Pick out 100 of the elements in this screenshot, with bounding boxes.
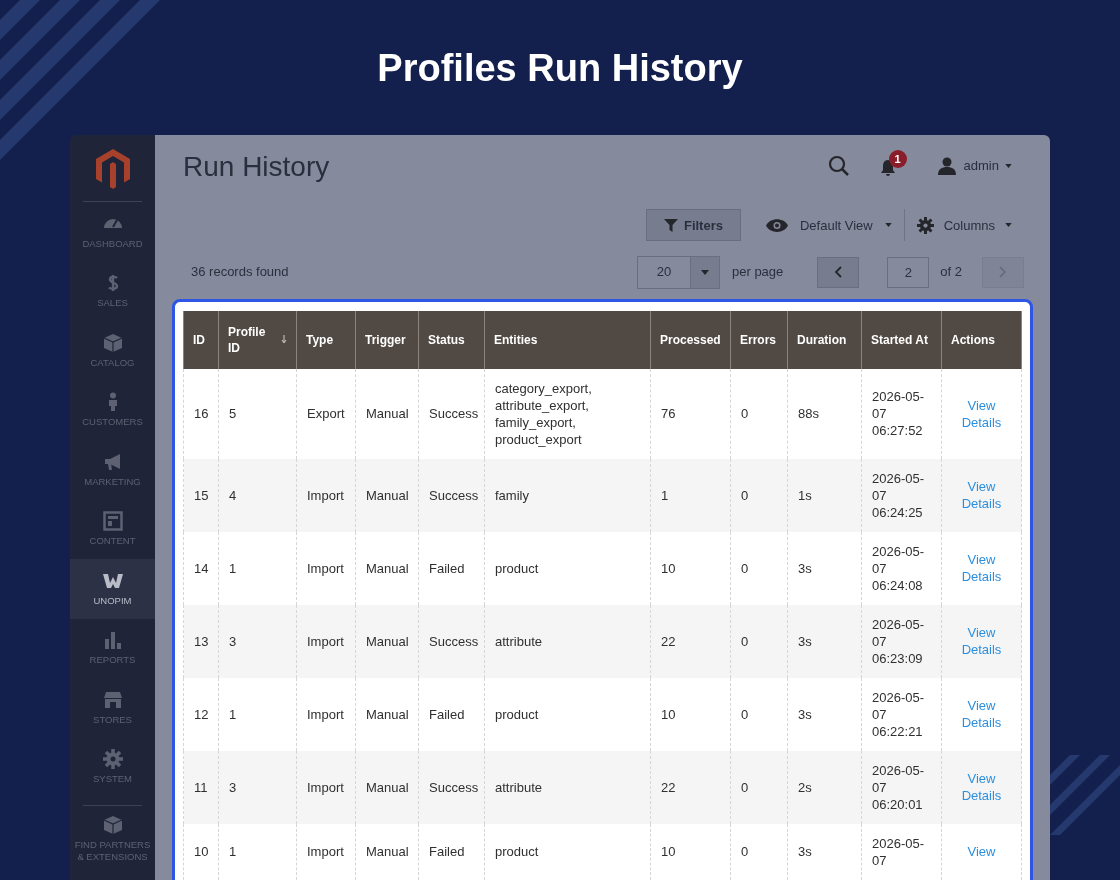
table-cell: 0 (741, 406, 749, 422)
records-count: 36 records found (191, 263, 290, 282)
view-details-link[interactable]: View Details (952, 770, 1011, 805)
table-cell: 88s (798, 406, 819, 422)
column-header[interactable]: Trigger (355, 310, 419, 369)
bell-icon[interactable] (879, 159, 896, 177)
table-cell: 3 (229, 633, 237, 649)
column-header[interactable]: Errors (730, 310, 788, 369)
table-cell: 22 (661, 633, 676, 649)
table-cell: 76 (661, 406, 676, 422)
table-cell: Failed (429, 844, 465, 860)
column-header[interactable]: Profile ID (218, 310, 297, 369)
table-cell: 3 (229, 779, 237, 795)
view-details-link[interactable]: View Details (952, 551, 1011, 586)
column-header[interactable]: Started At (861, 310, 942, 369)
caret-icon (1005, 163, 1012, 168)
table-cell: 2026-05-07 06:27:52 (872, 389, 925, 439)
view-details-link[interactable]: View Details (952, 478, 1011, 513)
storefront-icon (102, 689, 123, 710)
sidebar-item[interactable]: UNOPIM (70, 559, 155, 619)
table-cell: attribute (495, 779, 542, 795)
page-total: of 2 (940, 263, 962, 282)
eye-icon (765, 218, 788, 232)
table-cell: 13 (194, 633, 209, 649)
table-cell: 3s (798, 706, 812, 722)
logo-icon (95, 149, 130, 189)
caret-icon (884, 223, 892, 228)
table-cell: attribute (495, 633, 542, 649)
view-details-link[interactable]: View Details (952, 697, 1011, 732)
table-cell: Manual (366, 706, 409, 722)
table-cell: Success (429, 633, 479, 649)
table-cell: product (495, 844, 539, 860)
table-cell: Import (307, 560, 344, 576)
table-cell: 0 (741, 844, 749, 860)
table-cell: product (495, 560, 539, 576)
sidebar-item[interactable]: MARKETING (70, 440, 155, 500)
page-input[interactable]: 2 (887, 256, 930, 288)
table-cell: 0 (741, 560, 749, 576)
box-icon (102, 332, 123, 353)
view-details-link[interactable]: View Details (952, 396, 1011, 431)
view-details-link[interactable]: View (967, 843, 996, 861)
sidebar-item[interactable]: CONTENT (70, 499, 155, 559)
sidebar-item[interactable]: FIND PARTNERS & EXTENSIONS (70, 806, 155, 872)
page-title: Run History (183, 149, 331, 184)
table-cell: 1 (229, 844, 237, 860)
table-cell: 0 (741, 779, 749, 795)
table-cell: 14 (194, 560, 209, 576)
table-cell: 2026-05-07 06:20:01 (872, 762, 925, 812)
sidebar-item[interactable]: CATALOG (70, 321, 155, 381)
table-cell: 3s (798, 633, 812, 649)
sort-arrow-icon (281, 335, 287, 345)
column-header[interactable]: Type (296, 310, 356, 369)
table-cell: Manual (366, 406, 409, 422)
table-cell: 1 (229, 706, 237, 722)
gear-icon (102, 749, 123, 770)
sidebar-item[interactable]: STORES (70, 678, 155, 738)
per-page-select[interactable]: 20 (637, 255, 720, 289)
table-cell: 5 (229, 406, 237, 422)
table-cell: 10 (194, 844, 209, 860)
columns-dropdown[interactable]: Columns (916, 215, 1012, 236)
table-cell: 2s (798, 779, 812, 795)
filter-icon (663, 218, 678, 232)
table-cell: 10 (661, 560, 676, 576)
filters-button[interactable]: Filters (645, 209, 741, 242)
column-header[interactable]: Status (418, 310, 485, 369)
table-cell: Success (429, 406, 479, 422)
previous-page-button[interactable] (817, 256, 860, 288)
column-header[interactable]: Processed (650, 310, 731, 369)
table-cell: 11 (194, 779, 208, 795)
column-header[interactable]: ID (183, 310, 219, 369)
table-cell: Manual (366, 844, 409, 860)
table-cell: 2026-05-07 06:24:08 (872, 543, 925, 593)
table-cell: 1 (661, 487, 669, 503)
table-cell: 0 (741, 633, 749, 649)
table-cell: Failed (429, 560, 465, 576)
view-details-link[interactable]: View Details (952, 624, 1011, 659)
sidebar-item[interactable]: SALES (70, 261, 155, 321)
column-header[interactable]: Entities (484, 310, 651, 369)
box-icon (102, 815, 123, 835)
table-cell: Export (307, 406, 345, 422)
sidebar-item[interactable]: CUSTOMERS (70, 380, 155, 440)
table-cell: 2026-05-07 06:22:21 (872, 689, 925, 739)
sidebar-item[interactable]: SYSTEM (70, 737, 155, 797)
column-header[interactable]: Actions (941, 310, 1022, 369)
table-cell: Success (429, 779, 479, 795)
table-cell: 3s (798, 844, 812, 860)
table-cell: 16 (194, 406, 209, 422)
table-cell: Import (307, 706, 344, 722)
view-dropdown[interactable]: Default View (765, 215, 892, 236)
bar-chart-icon (102, 630, 123, 651)
banner-title: Profiles Run History (377, 46, 743, 91)
table-cell: 1 (229, 560, 237, 576)
column-header[interactable]: Duration (787, 310, 862, 369)
chevron-right-icon (999, 266, 1007, 279)
search-icon[interactable] (827, 154, 850, 177)
table-cell: Manual (366, 779, 409, 795)
table-cell: Success (429, 487, 479, 503)
table-cell: Import (307, 844, 344, 860)
table-cell: Import (307, 779, 344, 795)
user-menu[interactable]: admin (963, 156, 1012, 176)
